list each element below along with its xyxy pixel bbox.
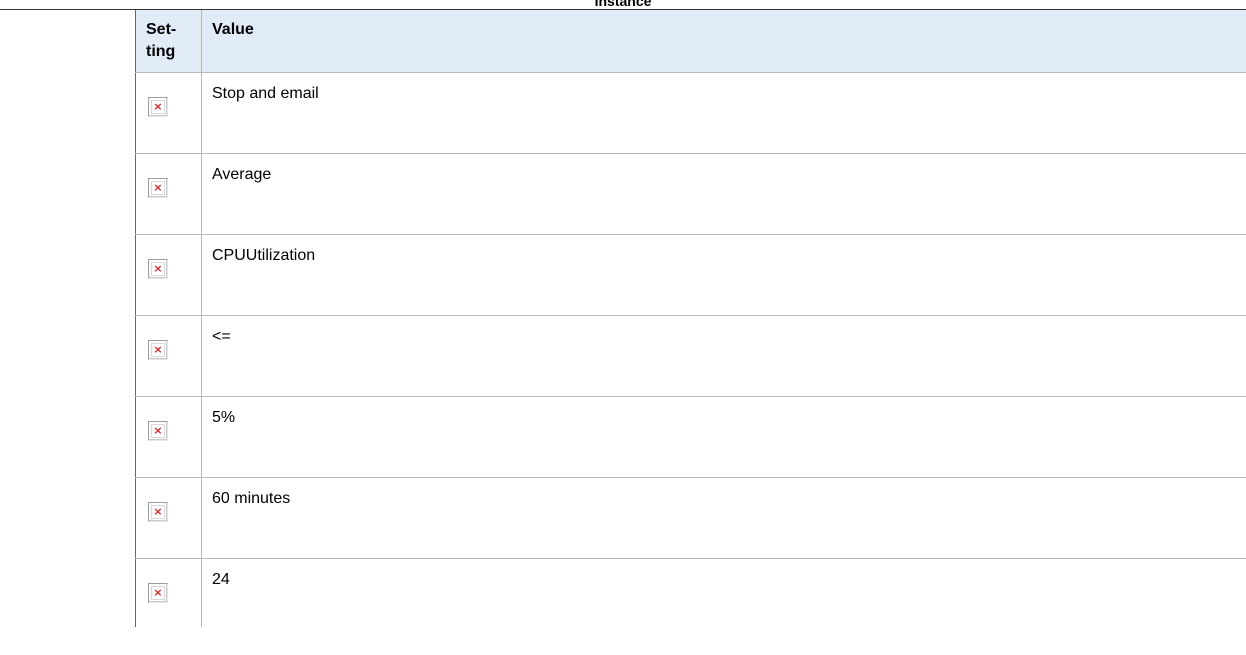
x-mark-icon: × [151,343,165,357]
setting-cell: × [135,396,202,478]
value-cell: Stop and email [201,72,1246,154]
broken-image-icon: × [148,178,168,198]
value-text: 5% [212,409,236,426]
setting-cell: × [135,153,202,235]
setting-cell: × [135,558,202,627]
setting-cell: × [135,72,202,154]
value-text: CPUUtilization [212,247,316,264]
table-row: × Average [135,153,1246,235]
x-mark-icon: × [151,424,165,438]
value-text: Stop and email [212,85,319,102]
broken-image-icon: × [148,421,168,441]
broken-image-icon: × [148,583,168,603]
table-row: × 5% [135,396,1246,478]
column-header-setting: Set- ting [135,10,202,73]
setting-cell: × [135,234,202,316]
value-text: 24 [212,571,230,588]
value-text: 60 minutes [212,490,291,507]
column-header-setting-label: Set- ting [146,21,177,60]
settings-table: Set- ting Value × Stop and email × Avera… [135,10,1246,627]
value-cell: Average [201,153,1246,235]
x-mark-icon: × [151,262,165,276]
value-cell: 24 [201,558,1246,627]
table-row: × 60 minutes [135,477,1246,559]
table-row: × Stop and email [135,72,1246,154]
x-mark-icon: × [151,100,165,114]
x-mark-icon: × [151,505,165,519]
value-cell: <= [201,315,1246,397]
table-row: × CPUUtilization [135,234,1246,316]
x-mark-icon: × [151,181,165,195]
column-header-value-label: Value [212,21,254,38]
column-header-value: Value [201,10,1246,73]
value-cell: CPUUtilization [201,234,1246,316]
setting-cell: × [135,315,202,397]
setting-cell: × [135,477,202,559]
table-header-row: Set- ting Value [135,10,1246,73]
value-text: Average [212,166,272,183]
broken-image-icon: × [148,340,168,360]
value-cell: 60 minutes [201,477,1246,559]
table-row: × <= [135,315,1246,397]
broken-image-icon: × [148,502,168,522]
table-row: × 24 [135,558,1246,627]
broken-image-icon: × [148,97,168,117]
value-cell: 5% [201,396,1246,478]
broken-image-icon: × [148,259,168,279]
x-mark-icon: × [151,586,165,600]
value-text: <= [212,328,231,345]
